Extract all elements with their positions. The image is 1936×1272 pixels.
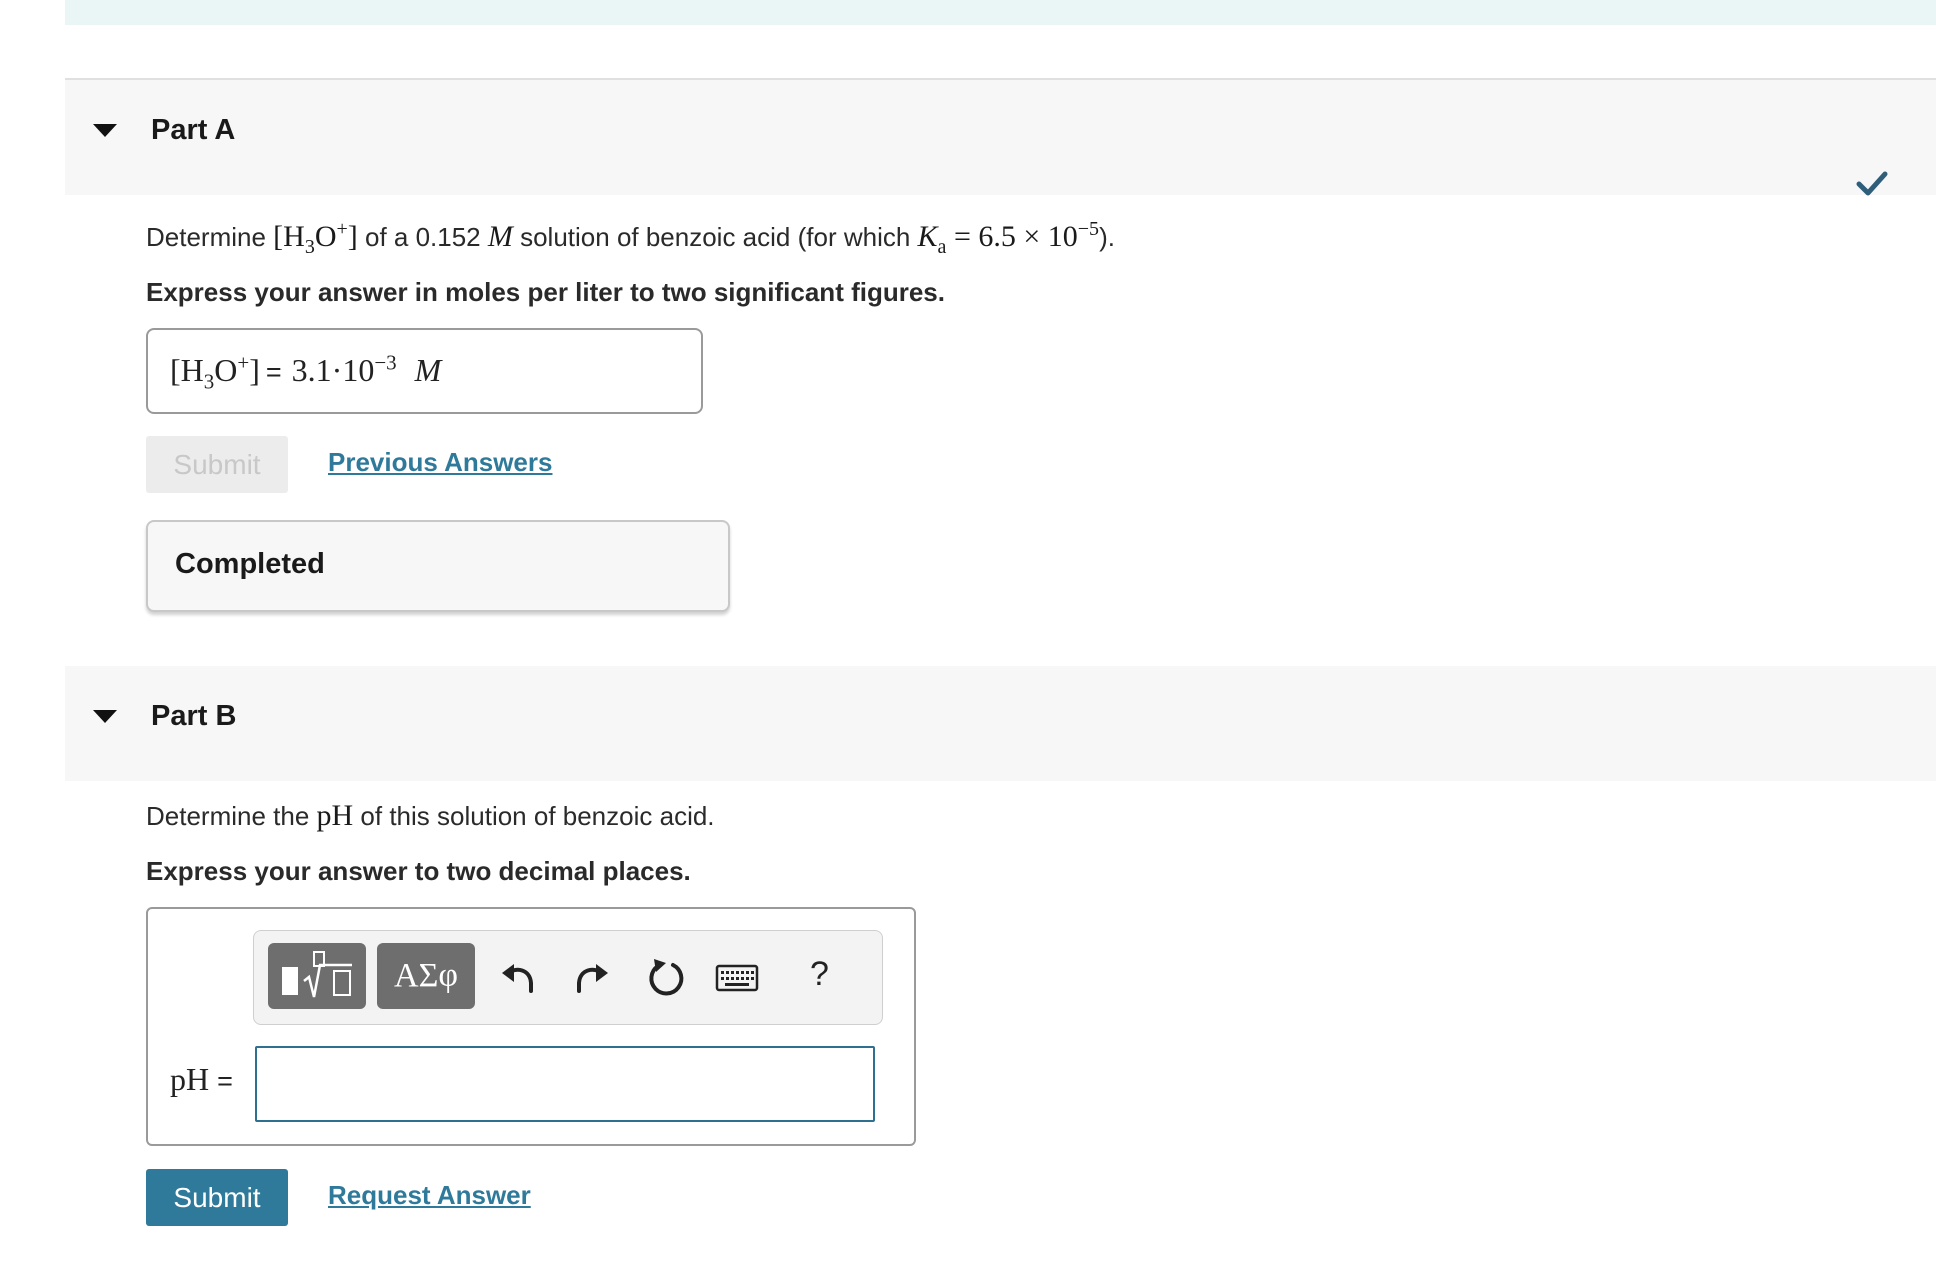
part-a-header[interactable]: Part A — [65, 80, 1936, 195]
part-a-title: Part A — [151, 114, 236, 146]
top-banner — [65, 0, 1936, 25]
feedback-box: Completed — [146, 520, 730, 612]
part-b-answer-box: ΑΣφ ? pH = — [146, 907, 916, 1146]
part-b-title: Part B — [151, 700, 237, 732]
undo-icon[interactable] — [498, 957, 538, 997]
ph-label: pH = — [170, 1061, 233, 1097]
feedback-text: Completed — [175, 548, 325, 580]
greek-symbols-button[interactable]: ΑΣφ — [377, 943, 475, 1009]
part-b-prompt: Determine the pH of this solution of ben… — [146, 799, 715, 832]
part-b-instruction: Express your answer to two decimal place… — [146, 856, 691, 886]
part-b-submit-button[interactable]: Submit — [146, 1169, 288, 1226]
part-b-header[interactable]: Part B — [65, 666, 1936, 781]
redo-icon[interactable] — [572, 957, 612, 997]
templates-sqrt-icon[interactable] — [268, 943, 366, 1009]
math-toolbar: ΑΣφ ? — [253, 930, 883, 1025]
part-a-submit-button[interactable]: Submit — [146, 436, 288, 493]
collapse-caret-icon[interactable] — [93, 124, 117, 137]
answer-value: 3.1·10−3 — [291, 350, 397, 388]
reset-icon[interactable] — [646, 957, 686, 997]
part-a-answer-box: [H3O+] = 3.1·10−3 M — [146, 328, 703, 414]
answer-label: [H3O+] — [170, 350, 260, 394]
ph-answer-input[interactable] — [255, 1046, 875, 1122]
previous-answers-link[interactable]: Previous Answers — [328, 447, 552, 478]
request-answer-link[interactable]: Request Answer — [328, 1180, 531, 1211]
collapse-caret-icon[interactable] — [93, 710, 117, 723]
part-a-prompt: Determine [H3O+] of a 0.152 M solution o… — [146, 218, 1115, 258]
part-a-instruction: Express your answer in moles per liter t… — [146, 277, 945, 307]
keyboard-icon[interactable] — [714, 957, 760, 997]
checkmark-icon — [1856, 171, 1888, 196]
answer-unit: M — [414, 351, 442, 388]
help-button[interactable]: ? — [810, 955, 829, 994]
